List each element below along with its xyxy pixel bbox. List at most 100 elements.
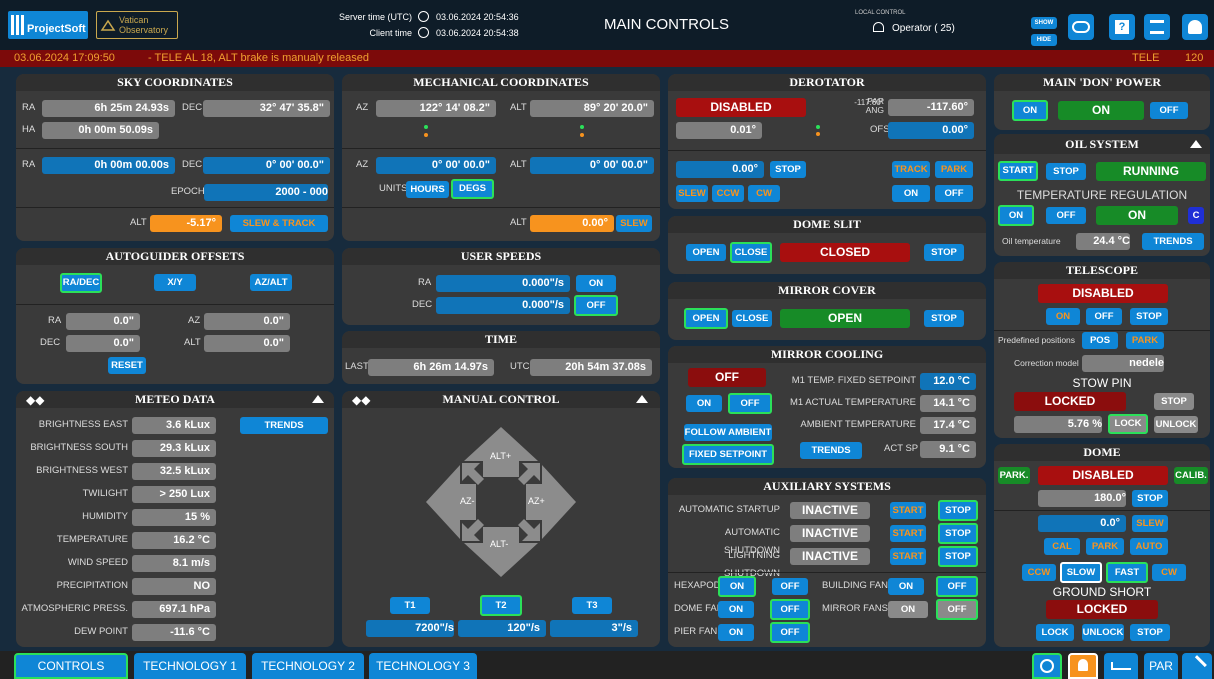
alarm-button[interactable] <box>1068 653 1098 679</box>
hexapod-on[interactable]: ON <box>718 576 756 597</box>
azalt-button[interactable]: AZ/ALT <box>250 274 292 291</box>
t3-speed[interactable]: 3"/s <box>550 620 638 637</box>
slew-button[interactable]: SLEW <box>1132 515 1168 532</box>
hexapod-off[interactable]: OFF <box>772 578 808 595</box>
t1-speed[interactable]: 7200"/s <box>366 620 454 637</box>
on-button[interactable]: ON <box>1012 100 1048 121</box>
park-button[interactable]: PARK <box>935 161 973 178</box>
on-button[interactable]: ON <box>576 275 616 292</box>
stop-button[interactable]: STOP <box>924 244 964 261</box>
start-button[interactable]: START <box>998 161 1038 181</box>
tab-technology-2[interactable]: TECHNOLOGY 2 <box>252 653 364 679</box>
tab-technology-1[interactable]: TECHNOLOGY 1 <box>134 653 246 679</box>
trends-button[interactable]: TRENDS <box>800 442 862 459</box>
calib-indicator[interactable]: CALIB. <box>1174 467 1208 484</box>
stop-button[interactable]: STOP <box>1130 308 1168 325</box>
chart-button[interactable] <box>1104 653 1138 679</box>
off-button[interactable]: OFF <box>1150 102 1188 119</box>
park-button[interactable]: PARK <box>1126 332 1164 349</box>
on-button[interactable]: ON <box>998 205 1034 226</box>
auto-shutdown-stop[interactable]: STOP <box>938 523 978 544</box>
lock-button[interactable]: LOCK <box>1108 414 1148 434</box>
trends-button[interactable]: TRENDS <box>240 417 328 434</box>
help-button[interactable]: ? <box>1109 14 1135 40</box>
dec-target-input[interactable]: 0° 00' 00.0" <box>203 157 330 174</box>
unlock-button[interactable]: UNLOCK <box>1082 624 1124 641</box>
xy-button[interactable]: X/Y <box>154 274 196 291</box>
pier-fan-off[interactable]: OFF <box>770 622 810 643</box>
ofs-input[interactable]: 0.00° <box>888 122 974 139</box>
slew-track-button[interactable]: SLEW & TRACK <box>230 215 328 232</box>
slow-button[interactable]: SLOW <box>1060 562 1102 583</box>
az-target-input[interactable]: 0° 00' 00.0" <box>376 157 496 174</box>
pier-fan-on[interactable]: ON <box>718 624 754 641</box>
fast-button[interactable]: FAST <box>1106 562 1148 583</box>
off-button[interactable]: OFF <box>1046 207 1086 224</box>
se-arrow[interactable] <box>518 519 540 541</box>
off-button[interactable]: OFF <box>1086 308 1122 325</box>
lightning-shutdown-stop[interactable]: STOP <box>938 546 978 567</box>
mirror-fans-on[interactable]: ON <box>888 601 928 618</box>
park-button[interactable]: PARK <box>1086 538 1124 555</box>
alarm-bar[interactable]: 03.06.2024 17:09:50 - TELE AL 18, ALT br… <box>0 50 1214 67</box>
off-button[interactable]: OFF <box>728 393 772 414</box>
alt-target-input[interactable]: 0° 00' 00.0" <box>530 157 654 174</box>
stow-stop-button[interactable]: STOP <box>1154 393 1194 410</box>
stop-button[interactable]: STOP <box>1130 624 1170 641</box>
show-button[interactable]: SHOW <box>1031 17 1057 29</box>
cw-button[interactable]: CW <box>748 185 780 202</box>
dome-fan-on[interactable]: ON <box>718 601 754 618</box>
lock-button[interactable]: LOCK <box>1036 624 1074 641</box>
auto-startup-stop[interactable]: STOP <box>938 500 978 521</box>
open-button[interactable]: OPEN <box>686 244 726 261</box>
t2-button[interactable]: T2 <box>480 595 522 616</box>
auto-button[interactable]: AUTO <box>1130 538 1168 555</box>
globe-button[interactable] <box>1032 653 1062 679</box>
expand-horizontal-icon[interactable]: ◆◆ <box>352 393 370 407</box>
on-button[interactable]: ON <box>686 395 722 412</box>
auto-startup-start[interactable]: START <box>890 502 926 519</box>
radec-button[interactable]: RA/DEC <box>60 273 102 293</box>
collapse-up-icon[interactable] <box>636 395 648 403</box>
slew-button[interactable]: SLEW <box>616 215 652 232</box>
toggle-view-button[interactable] <box>1068 14 1094 40</box>
trends-button[interactable]: TRENDS <box>1142 233 1204 250</box>
unlock-button[interactable]: UNLOCK <box>1154 416 1198 433</box>
cal-button[interactable]: CAL <box>1044 538 1080 555</box>
slew-button[interactable]: SLEW <box>676 185 708 202</box>
tab-technology-3[interactable]: TECHNOLOGY 3 <box>369 653 477 679</box>
ra-target-input[interactable]: 0h 00m 00.00s <box>42 157 175 174</box>
collapse-up-icon[interactable] <box>1190 140 1202 148</box>
par-button[interactable]: PAR <box>1144 653 1178 679</box>
tab-controls[interactable]: CONTROLS <box>14 653 128 679</box>
alt-minus-arrow[interactable] <box>464 527 538 577</box>
ne-arrow[interactable] <box>518 463 540 485</box>
c-button[interactable]: C <box>1188 207 1204 224</box>
on-button[interactable]: ON <box>1046 308 1080 325</box>
log-button[interactable] <box>1144 14 1170 40</box>
building-fan-on[interactable]: ON <box>888 578 924 595</box>
track-button[interactable]: TRACK <box>892 161 930 178</box>
collapse-up-icon[interactable] <box>312 395 324 403</box>
stop-button[interactable]: STOP <box>770 161 806 178</box>
sw-arrow[interactable] <box>462 519 484 541</box>
reset-button[interactable]: RESET <box>108 357 146 374</box>
building-fan-off[interactable]: OFF <box>936 576 978 597</box>
mirror-fans-off[interactable]: OFF <box>936 599 978 620</box>
fixed-setpoint-input[interactable]: 12.0 °C <box>920 373 976 390</box>
stop-button[interactable]: STOP <box>924 310 964 327</box>
epoch-input[interactable]: 2000 - 000 <box>204 184 328 201</box>
stop-button[interactable]: STOP <box>1046 163 1086 180</box>
degs-button[interactable]: DEGS <box>451 179 494 199</box>
stop-button[interactable]: STOP <box>1132 490 1168 507</box>
derotator-target-input[interactable]: 0.00° <box>676 161 764 178</box>
close-button[interactable]: CLOSE <box>730 242 772 263</box>
hours-button[interactable]: HOURS <box>406 181 449 198</box>
open-button[interactable]: OPEN <box>684 308 728 329</box>
dome-fan-off[interactable]: OFF <box>770 599 810 620</box>
ra-speed-input[interactable]: 0.000"/s <box>436 275 570 292</box>
hide-button[interactable]: HIDE <box>1031 34 1057 46</box>
ccw-button[interactable]: CCW <box>1022 564 1056 581</box>
expand-horizontal-icon[interactable]: ◆◆ <box>26 393 44 407</box>
on-button[interactable]: ON <box>892 185 930 202</box>
